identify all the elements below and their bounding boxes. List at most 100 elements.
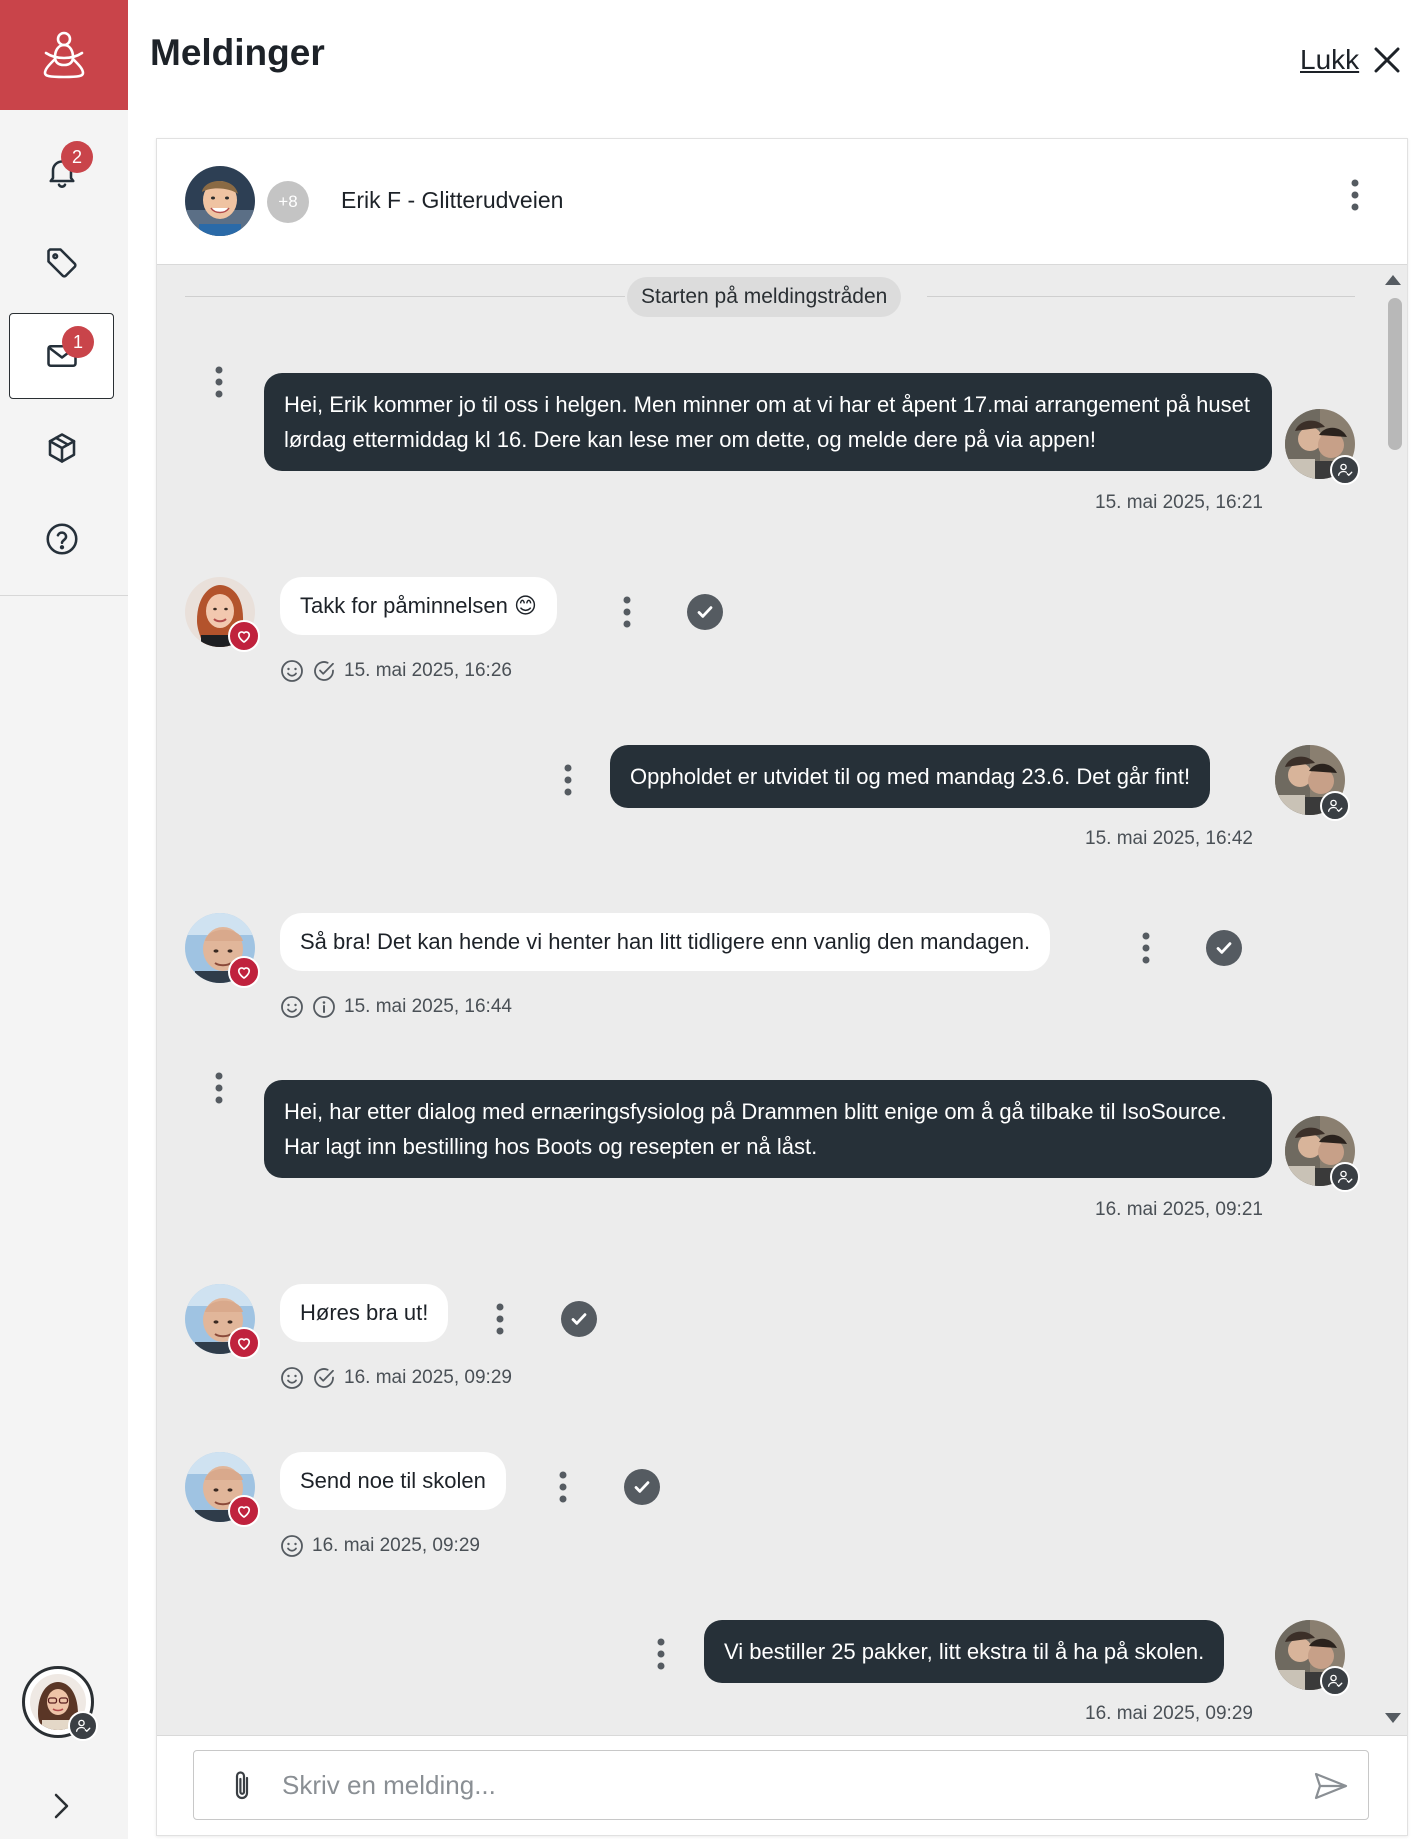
message-options-button[interactable] — [215, 366, 223, 403]
guardian-heart-icon — [228, 620, 260, 652]
message-timestamp: 15. mai 2025, 16:44 — [344, 996, 512, 1017]
thread-start-label: Starten på meldingstråden — [627, 277, 902, 317]
thread-options-button[interactable] — [1351, 179, 1359, 216]
sidebar-item-packages[interactable] — [9, 405, 114, 491]
more-vertical-icon — [657, 1638, 665, 1670]
more-vertical-icon — [564, 764, 572, 796]
more-vertical-icon — [559, 1471, 567, 1503]
sidebar: 2 1 — [0, 0, 128, 1839]
message-options-button[interactable] — [215, 1072, 223, 1109]
message-meta: 15. mai 2025, 16:26 — [280, 659, 512, 683]
send-icon — [1314, 1772, 1348, 1800]
thread-start-line-left — [185, 296, 625, 297]
close-label: Lukk — [1300, 44, 1360, 75]
scroll-down-arrow[interactable] — [1385, 1713, 1401, 1725]
message-options-button[interactable] — [559, 1471, 567, 1508]
thread-header: +8 Erik F - Glitterudveien — [157, 139, 1407, 265]
attach-file-button[interactable] — [230, 1769, 254, 1808]
guardian-heart-icon — [228, 1327, 260, 1359]
message-input[interactable] — [282, 1765, 1282, 1805]
participant-avatar[interactable] — [185, 166, 255, 236]
paperclip-icon — [235, 1771, 249, 1800]
sidebar-divider — [0, 595, 128, 596]
guardian-heart-icon — [228, 956, 260, 988]
incoming-message[interactable]: Så bra! Det kan hende vi henter han litt… — [280, 913, 1051, 971]
mark-handled-button[interactable] — [687, 594, 723, 630]
help-icon — [45, 523, 78, 555]
info-icon — [312, 995, 336, 1019]
sidebar-item-notifications[interactable]: 2 — [9, 129, 114, 215]
more-vertical-icon — [623, 596, 631, 628]
message-meta: 16. mai 2025, 09:29 — [280, 1366, 512, 1390]
staff-role-icon — [1330, 455, 1360, 485]
mark-handled-button[interactable] — [561, 1301, 597, 1337]
message-timestamp: 16. mai 2025, 09:29 — [312, 1535, 480, 1556]
message-composer — [157, 1735, 1407, 1835]
current-user-avatar[interactable] — [22, 1666, 98, 1741]
expand-sidebar-button[interactable] — [48, 1790, 76, 1827]
outgoing-message[interactable]: Hei, har etter dialog med ernæringsfysio… — [264, 1080, 1272, 1178]
check-circle-icon — [312, 659, 336, 683]
staff-role-icon — [68, 1711, 98, 1741]
app-logo[interactable] — [0, 0, 128, 110]
message-options-button[interactable] — [496, 1303, 504, 1340]
check-icon — [1211, 935, 1237, 961]
message-timestamp: 16. mai 2025, 09:21 — [1095, 1199, 1263, 1220]
outgoing-message[interactable]: Hei, Erik kommer jo til oss i helgen. Me… — [264, 373, 1272, 471]
scroll-up-arrow[interactable] — [1385, 273, 1401, 285]
incoming-message[interactable]: Takk for påminnelsen 😊 — [280, 577, 557, 635]
staff-role-icon — [1320, 1666, 1350, 1696]
incoming-message[interactable]: Send noe til skolen — [280, 1452, 506, 1510]
mark-handled-button[interactable] — [624, 1469, 660, 1505]
outgoing-message[interactable]: Vi bestiller 25 pakker, litt ekstra til … — [704, 1620, 1225, 1683]
more-vertical-icon — [496, 1303, 504, 1335]
mark-handled-button[interactable] — [1206, 930, 1242, 966]
message-timestamp: 16. mai 2025, 09:29 — [344, 1367, 512, 1388]
notifications-badge: 2 — [61, 141, 93, 173]
thread-name: Erik F - Glitterudveien — [341, 187, 564, 213]
sidebar-item-messages[interactable]: 1 — [9, 313, 114, 399]
thread-start-line-right — [927, 296, 1355, 297]
incoming-message[interactable]: Høres bra ut! — [280, 1284, 449, 1342]
close-icon — [1374, 47, 1400, 73]
add-reaction-icon[interactable] — [280, 995, 304, 1019]
outgoing-message[interactable]: Oppholdet er utvidet til og med mandag 2… — [610, 745, 1211, 808]
page-title: Meldinger — [150, 32, 325, 73]
message-timestamp: 15. mai 2025, 16:21 — [1095, 492, 1263, 513]
scrollbar-thumb[interactable] — [1388, 298, 1402, 450]
message-meta: 16. mai 2025, 09:29 — [280, 1534, 480, 1558]
sidebar-item-tags[interactable] — [9, 220, 114, 306]
more-vertical-icon — [215, 366, 223, 398]
send-button[interactable] — [1314, 1771, 1348, 1806]
more-vertical-icon — [215, 1072, 223, 1104]
check-icon — [566, 1306, 592, 1332]
extra-participants-count[interactable]: +8 — [267, 181, 309, 223]
sidebar-item-help[interactable] — [9, 496, 114, 582]
message-timestamp: 15. mai 2025, 16:26 — [344, 660, 512, 681]
close-button[interactable]: Lukk — [1300, 44, 1401, 76]
tag-icon — [46, 248, 77, 278]
message-options-button[interactable] — [657, 1638, 665, 1675]
check-icon — [629, 1474, 655, 1500]
more-vertical-icon — [1142, 932, 1150, 964]
add-reaction-icon[interactable] — [280, 659, 304, 683]
message-timestamp: 15. mai 2025, 16:42 — [1085, 828, 1253, 849]
more-vertical-icon — [1351, 179, 1359, 211]
check-circle-icon — [312, 1366, 336, 1390]
package-icon — [48, 433, 75, 463]
staff-role-icon — [1320, 791, 1350, 821]
message-options-button[interactable] — [564, 764, 572, 801]
add-reaction-icon[interactable] — [280, 1366, 304, 1390]
add-reaction-icon[interactable] — [280, 1534, 304, 1558]
chevron-right-icon — [54, 1793, 69, 1819]
message-options-button[interactable] — [1142, 932, 1150, 969]
check-icon — [692, 599, 718, 625]
staff-role-icon — [1330, 1162, 1360, 1192]
message-options-button[interactable] — [623, 596, 631, 633]
messages-badge: 1 — [62, 326, 94, 358]
composer-box — [193, 1750, 1369, 1820]
message-meta: 15. mai 2025, 16:44 — [280, 995, 512, 1019]
message-timestamp: 16. mai 2025, 09:29 — [1085, 1703, 1253, 1724]
app-logo-icon — [43, 31, 85, 79]
guardian-heart-icon — [228, 1495, 260, 1527]
